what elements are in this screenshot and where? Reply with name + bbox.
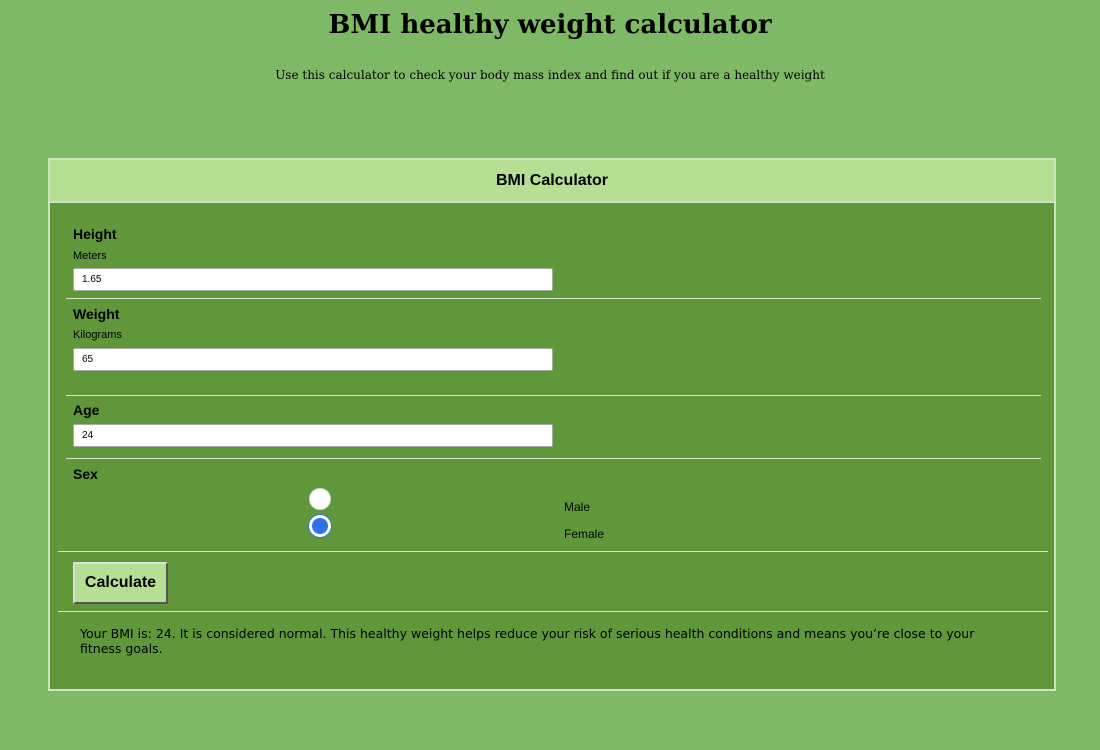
divider <box>66 458 1041 459</box>
divider <box>66 395 1041 396</box>
male-radio[interactable] <box>309 488 331 510</box>
sex-label: Sex <box>73 466 98 482</box>
age-input[interactable] <box>73 424 553 447</box>
divider <box>58 611 1048 612</box>
height-unit-label: Meters <box>73 250 107 262</box>
male-radio-label[interactable]: Male <box>564 500 590 514</box>
bmi-result-text: Your BMI is: 24. It is considered normal… <box>80 626 975 656</box>
height-label: Height <box>73 226 117 242</box>
bmi-calculator-panel: BMI Calculator Height Meters Weight Kilo… <box>48 158 1056 691</box>
weight-label: Weight <box>73 306 120 322</box>
divider <box>58 551 1048 552</box>
divider <box>66 298 1041 299</box>
age-label: Age <box>73 402 100 418</box>
weight-input[interactable] <box>73 348 553 371</box>
weight-unit-label: Kilograms <box>73 329 122 341</box>
female-radio-label[interactable]: Female <box>564 527 604 541</box>
calculator-header: BMI Calculator <box>50 160 1054 203</box>
page-title: BMI healthy weight calculator <box>328 10 772 40</box>
page-subtitle: Use this calculator to check your body m… <box>275 68 825 82</box>
female-radio[interactable] <box>309 515 331 537</box>
height-input[interactable] <box>73 268 553 291</box>
calculate-button[interactable]: Calculate <box>73 562 168 604</box>
